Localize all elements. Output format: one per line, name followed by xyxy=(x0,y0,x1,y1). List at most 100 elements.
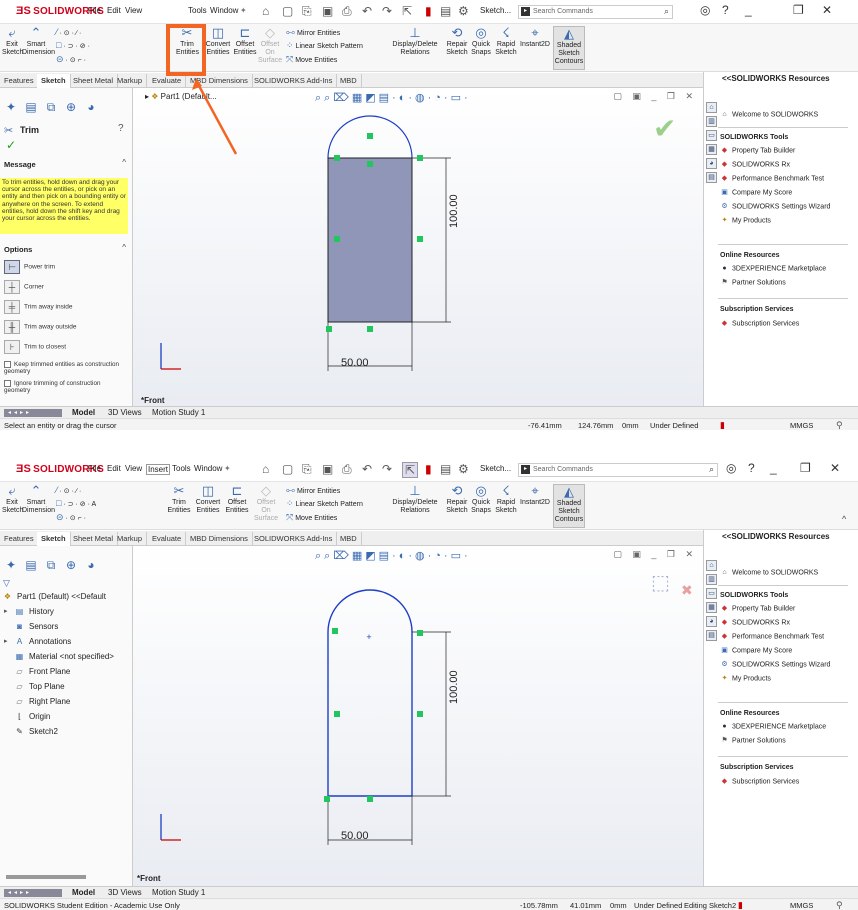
close-button[interactable]: ✕ xyxy=(822,3,832,17)
my-products-link[interactable]: ✦ My Products xyxy=(720,674,771,683)
tab-mbd[interactable]: MBD xyxy=(336,532,362,546)
collapse-ribbon-icon[interactable]: ^ xyxy=(842,514,846,524)
new-document-icon[interactable]: ▢ xyxy=(282,4,293,18)
tab-mbd[interactable]: MBD xyxy=(336,74,362,88)
partner-solutions-link[interactable]: ⚑ Partner Solutions xyxy=(720,278,785,287)
pin-icon[interactable]: ✦ xyxy=(224,464,231,473)
tools-header[interactable]: SOLIDWORKS Tools xyxy=(720,592,788,599)
rebuild-status-icon[interactable]: ▮ xyxy=(738,900,743,910)
offset-on-surface-button[interactable]: ◇ Offset On Surface xyxy=(258,26,282,65)
tab-nav-arrows[interactable]: ◂◂▸▸ xyxy=(4,409,62,417)
rebuild-icon[interactable]: ▮ xyxy=(425,462,432,476)
help-icon[interactable]: ? xyxy=(722,3,729,17)
tools-header[interactable]: SOLIDWORKS Tools xyxy=(720,134,788,141)
marketplace-link[interactable]: ● 3DEXPERIENCE Marketplace xyxy=(720,722,826,731)
repair-sketch-button[interactable]: ⟲ Repair Sketch xyxy=(444,26,470,57)
slot-tool[interactable]: ⊝ · ⊙ ⌐ · xyxy=(56,54,86,65)
user-icon[interactable]: ◎ xyxy=(726,461,736,475)
display-delete-relations-button[interactable]: ⊥ Display/Delete Relations xyxy=(386,484,444,515)
mirror-entities-button[interactable]: ⧟ Mirror Entities xyxy=(286,485,340,496)
custom-properties-tab-icon[interactable]: ▤ xyxy=(706,172,717,183)
filter-icon[interactable]: ▽ xyxy=(3,578,10,589)
property-tab-builder-link[interactable]: ◆ Property Tab Builder xyxy=(720,604,796,613)
menu-file[interactable]: File xyxy=(88,6,101,15)
benchmark-link[interactable]: ◆ Performance Benchmark Test xyxy=(720,174,824,183)
help-icon[interactable]: ? xyxy=(118,123,124,134)
property-manager-icon[interactable]: ▤ xyxy=(22,98,40,116)
offset-entities-button[interactable]: ⊏ Offset Entities xyxy=(224,484,250,515)
open-icon[interactable]: ⎘ xyxy=(302,4,312,19)
menu-view[interactable]: View xyxy=(125,6,142,15)
rebuild-status-icon[interactable]: ▮ xyxy=(720,420,725,430)
rapid-sketch-button[interactable]: ☇ Rapid Sketch xyxy=(494,26,518,57)
convert-entities-button[interactable]: ◫ Convert Entities xyxy=(204,26,232,57)
compare-score-link[interactable]: ▣ Compare My Score xyxy=(720,188,792,197)
dimension-50[interactable]: 50.00 xyxy=(341,357,369,369)
tab-3d-views[interactable]: 3D Views xyxy=(108,888,142,897)
offset-on-surface-button[interactable]: ◇ Offset On Surface xyxy=(252,484,280,523)
undo-icon[interactable]: ↶ xyxy=(362,462,372,476)
view-palette-tab-icon[interactable]: ▦ xyxy=(706,602,717,613)
user-icon[interactable]: ◎ xyxy=(700,3,710,17)
dimension-100[interactable]: 100.00 xyxy=(448,194,460,228)
tab-add-ins[interactable]: SOLIDWORKS Add-Ins xyxy=(250,74,338,88)
my-products-link[interactable]: ✦ My Products xyxy=(720,216,771,225)
menu-insert[interactable]: Insert xyxy=(146,464,171,475)
home-tab-icon[interactable]: ⌂ xyxy=(706,102,717,113)
configuration-manager-icon[interactable]: ⧉ xyxy=(42,98,60,116)
subscription-link[interactable]: ◆ Subscription Services xyxy=(720,319,800,328)
library-tab-icon[interactable]: ▥ xyxy=(706,116,717,127)
menu-window[interactable]: Window xyxy=(194,464,222,473)
redo-icon[interactable]: ↷ xyxy=(382,462,392,476)
tree-item-history[interactable]: ▸ ▤ History xyxy=(4,607,54,617)
save-icon[interactable]: ▣ xyxy=(322,462,333,476)
tab-motion-study[interactable]: Motion Study 1 xyxy=(152,408,205,417)
tree-item-right-plane[interactable]: ▱ Right Plane xyxy=(14,697,70,707)
linear-sketch-pattern-button[interactable]: ⁘ Linear Sketch Pattern xyxy=(286,40,363,51)
mirror-entities-button[interactable]: ⧟ Mirror Entities xyxy=(286,27,340,38)
repair-sketch-button[interactable]: ⟲ Repair Sketch xyxy=(444,484,470,515)
minimize-button[interactable]: _ xyxy=(745,3,752,17)
select-icon[interactable]: ⇱ xyxy=(402,462,419,478)
tab-evaluate[interactable]: Evaluate xyxy=(148,532,187,546)
keep-trimmed-checkbox[interactable]: Keep trimmed entities as construction ge… xyxy=(4,361,124,375)
rectangle-tool[interactable]: □ · ⊃ · ⊘ · xyxy=(56,40,90,50)
offset-entities-button[interactable]: ⊏ Offset Entities xyxy=(232,26,258,57)
explorer-tab-icon[interactable]: ▭ xyxy=(706,130,717,141)
print-icon[interactable]: ⎙ xyxy=(342,462,352,477)
units-selector[interactable]: MMGS xyxy=(790,421,813,430)
exit-sketch-button[interactable]: ⤶ Exit Sketch xyxy=(2,484,23,515)
home-icon[interactable]: ⌂ xyxy=(262,4,269,18)
dimxpert-icon[interactable]: ⊕ xyxy=(62,556,80,574)
close-button[interactable]: ✕ xyxy=(830,461,840,475)
benchmark-link[interactable]: ◆ Performance Benchmark Test xyxy=(720,632,824,641)
status-customize-icon[interactable]: ⚲ xyxy=(836,420,843,430)
resources-title[interactable]: <<SOLIDWORKS Resources xyxy=(722,532,830,541)
exit-sketch-button[interactable]: ⤶ Exit Sketch xyxy=(2,26,23,57)
tree-item-front-plane[interactable]: ▱ Front Plane xyxy=(14,667,70,677)
menu-edit[interactable]: Edit xyxy=(107,6,121,15)
graphics-area[interactable]: ⌕⌕⌦▦◩▤·◐·◍·◔·▭· ▢ ▣ _ ❐ ✕ ⬚ ✖ + 100.00 5… xyxy=(133,546,703,886)
explorer-tab-icon[interactable]: ▭ xyxy=(706,588,717,599)
instant2d-button[interactable]: ⌖ Instant2D xyxy=(520,484,550,507)
tab-sheet-metal[interactable]: Sheet Metal xyxy=(69,74,119,88)
search-scope[interactable]: Sketch... xyxy=(480,6,511,15)
search-commands-input[interactable]: ▸ Search Commands ⌕ xyxy=(518,463,718,477)
tab-features[interactable]: Features xyxy=(0,532,39,546)
partner-solutions-link[interactable]: ⚑ Partner Solutions xyxy=(720,736,785,745)
display-manager-icon[interactable]: ◕ xyxy=(82,556,100,574)
tab-evaluate[interactable]: Evaluate xyxy=(148,74,187,88)
message-header[interactable]: Message xyxy=(4,160,36,169)
tree-item-annotations[interactable]: ▸ A Annotations xyxy=(4,637,71,647)
custom-properties-tab-icon[interactable]: ▤ xyxy=(706,630,717,641)
option-trim-away-outside[interactable]: ╫ Trim away outside xyxy=(4,320,77,334)
solidworks-rx-link[interactable]: ◆ SOLIDWORKS Rx xyxy=(720,160,790,169)
options-gear-icon[interactable]: ⚙ xyxy=(458,462,469,476)
slot-tool[interactable]: ⊝ · ⊙ ⌐ · xyxy=(56,512,86,523)
convert-entities-button[interactable]: ◫ Convert Entities xyxy=(194,484,222,515)
units-selector[interactable]: MMGS xyxy=(790,901,813,910)
display-delete-relations-button[interactable]: ⊥ Display/Delete Relations xyxy=(386,26,444,57)
subscription-header[interactable]: Subscription Services xyxy=(720,306,794,313)
appearances-tab-icon[interactable]: ◕ xyxy=(706,158,717,169)
tab-mbd-dimensions[interactable]: MBD Dimensions xyxy=(186,532,253,546)
